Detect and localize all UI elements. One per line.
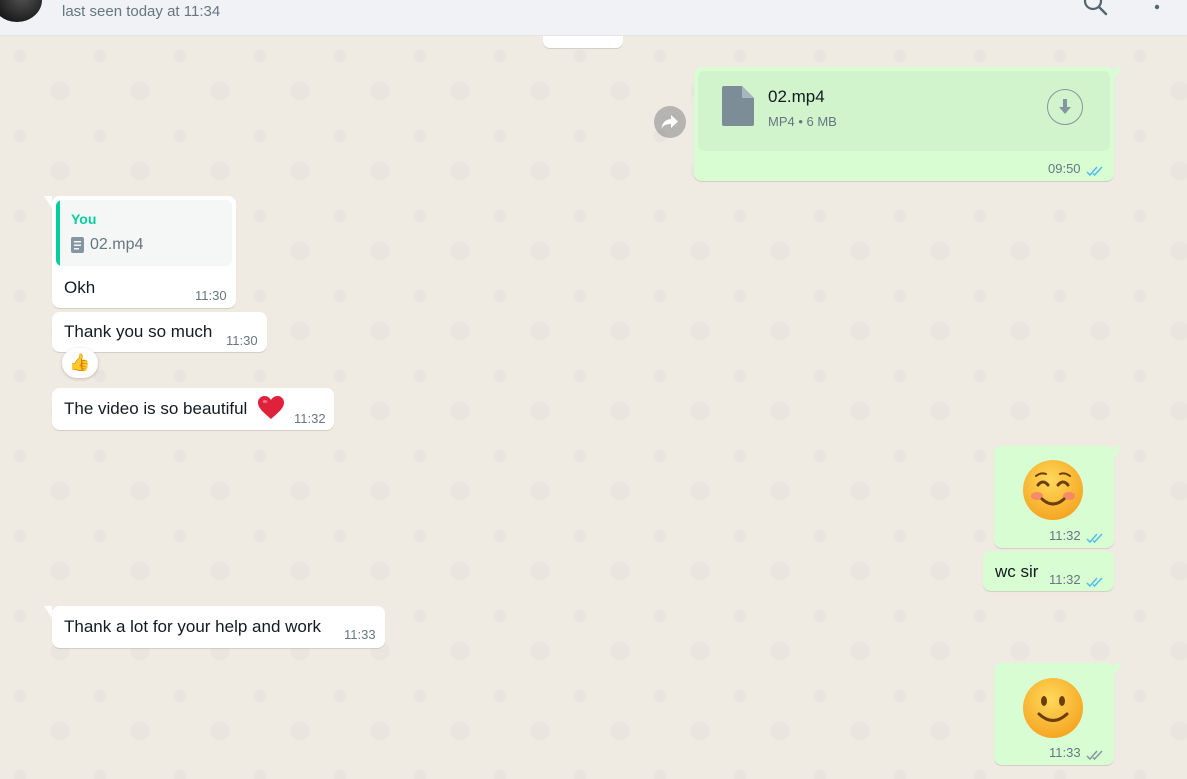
message-bubble-incoming[interactable]: You 02.mp4 Okh 11:30	[44, 196, 236, 308]
file-meta: MP4 • 6 MB	[768, 114, 837, 129]
contact-avatar[interactable]	[0, 0, 42, 22]
message-time: 11:32	[1049, 572, 1081, 587]
file-name: 02.mp4	[768, 87, 825, 106]
message-time: 09:50	[1048, 161, 1081, 176]
message-bubble-outgoing[interactable]: wc sir 11:32	[983, 551, 1114, 591]
message-bubble-incoming[interactable]: Thank a lot for your help and work 11:33	[44, 606, 385, 648]
message-time: 11:32	[1049, 528, 1081, 543]
date-chip	[543, 36, 623, 48]
message-text: The video is so beautiful	[64, 399, 248, 418]
document-icon	[71, 237, 84, 258]
quote-accent-bar	[56, 200, 60, 266]
document-icon	[722, 86, 754, 131]
quote-author: You	[71, 211, 97, 227]
download-button[interactable]	[1047, 89, 1083, 125]
chat-header: last seen today at 11:34	[0, 0, 1187, 36]
bubble-tail	[44, 606, 52, 618]
bubble-tail	[1114, 67, 1122, 79]
message-bubble-outgoing[interactable]: 11:33	[994, 663, 1122, 766]
message-bubble-outgoing[interactable]: 11:32	[994, 446, 1122, 549]
reaction-badge[interactable]: 👍	[62, 348, 98, 378]
bubble-tail	[44, 196, 52, 208]
message-time: 11:33	[344, 627, 376, 642]
smiling-face-emoji-icon	[1022, 459, 1084, 526]
message-text: Thank a lot for your help and work	[64, 617, 322, 636]
message-text: Thank you so much	[64, 322, 213, 341]
double-check-icon	[1086, 573, 1104, 593]
message-text: wc sir	[995, 562, 1039, 581]
double-check-icon	[1086, 529, 1104, 549]
smiley-face-emoji-icon	[1022, 677, 1084, 744]
double-check-icon	[1086, 162, 1104, 182]
forward-button[interactable]	[654, 106, 686, 138]
message-text: Okh	[64, 278, 96, 297]
message-time: 11:33	[1049, 745, 1081, 760]
search-icon[interactable]	[1082, 0, 1108, 21]
heart-emoji-icon	[258, 396, 284, 425]
bubble-tail	[1114, 663, 1122, 675]
bubble-tail	[1114, 446, 1122, 458]
message-bubble-incoming[interactable]: Thank you so much 11:30	[52, 312, 267, 352]
message-bubble-outgoing[interactable]: 02.mp4 MP4 • 6 MB 09:50	[694, 67, 1122, 182]
message-time: 11:30	[195, 288, 227, 303]
message-bubble-incoming[interactable]: The video is so beautiful 11:32	[52, 388, 334, 430]
message-time: 11:32	[294, 411, 326, 426]
menu-dots-icon[interactable]	[1150, 0, 1164, 15]
last-seen-status: last seen today at 11:34	[62, 3, 221, 20]
message-time: 11:30	[226, 333, 258, 348]
quoted-message[interactable]: You 02.mp4	[56, 200, 232, 266]
quote-file-name: 02.mp4	[90, 236, 144, 253]
file-attachment[interactable]: 02.mp4 MP4 • 6 MB	[698, 71, 1110, 151]
conversation-panel[interactable]: 02.mp4 MP4 • 6 MB 09:50 You 02.mp4 Okh 1…	[0, 36, 1187, 779]
double-check-icon	[1086, 746, 1104, 766]
